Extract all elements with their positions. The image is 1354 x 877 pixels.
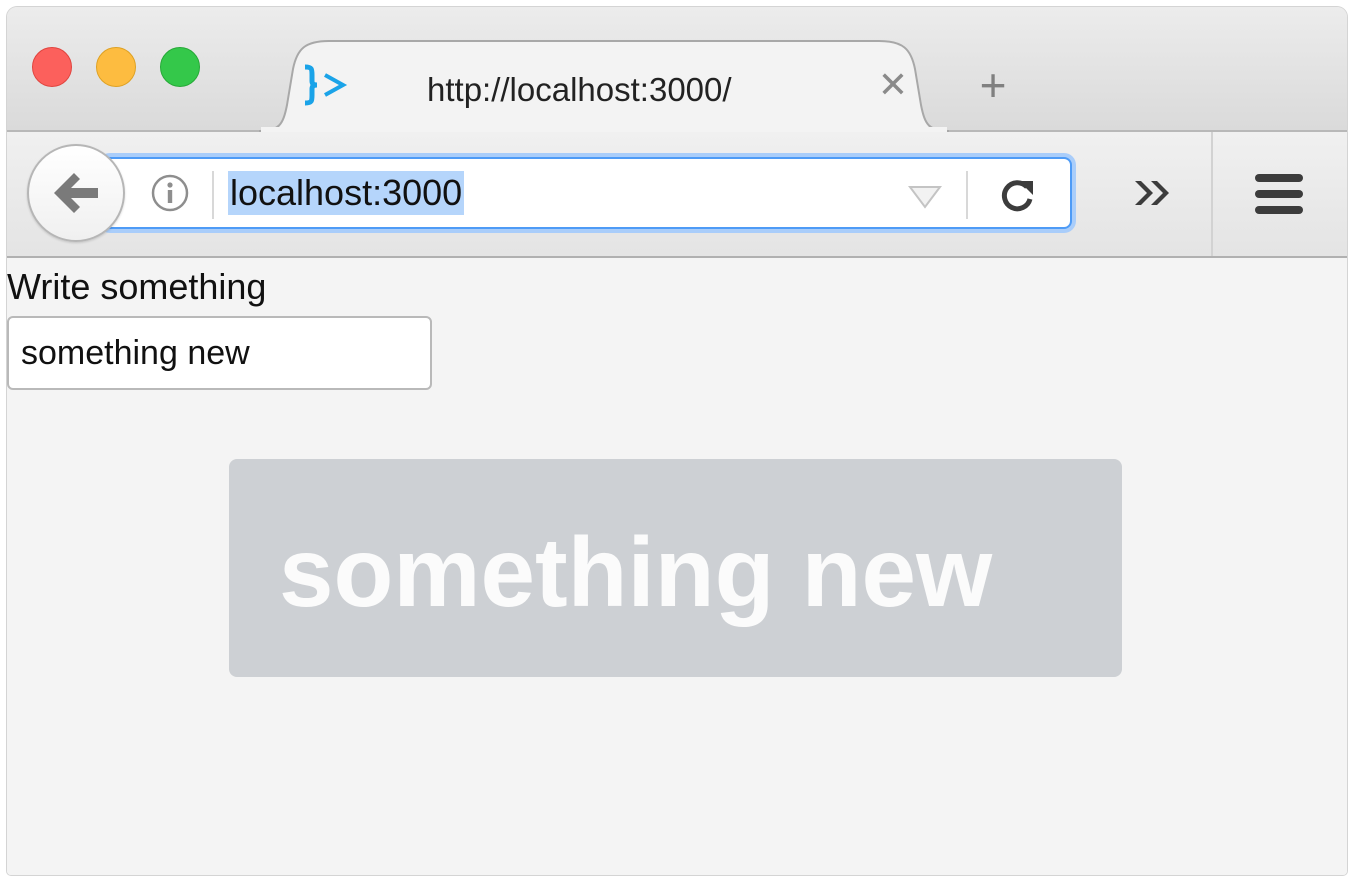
- echo-box: something new: [229, 459, 1122, 677]
- window-minimize-button[interactable]: [96, 47, 136, 87]
- tab-strip: http://localhost:3000/ ✕ +: [7, 7, 1347, 132]
- tab-active[interactable]: http://localhost:3000/ ✕: [259, 39, 949, 132]
- echo-text: something new: [279, 517, 993, 627]
- hamburger-icon[interactable]: [1253, 172, 1305, 216]
- triangle-down-icon[interactable]: [908, 185, 942, 209]
- url-divider: [212, 171, 214, 219]
- back-button[interactable]: [27, 144, 125, 242]
- toolbar-divider: [1211, 132, 1213, 256]
- url-bar[interactable]: localhost:3000: [102, 157, 1072, 229]
- text-input[interactable]: [7, 316, 432, 390]
- nav-toolbar: localhost:3000: [7, 132, 1347, 258]
- field-label: Write something: [7, 266, 267, 307]
- bracket-arrow-icon: [304, 64, 348, 106]
- arrow-left-icon: [54, 173, 98, 213]
- reload-icon[interactable]: [997, 175, 1037, 215]
- url-input[interactable]: localhost:3000: [228, 171, 465, 215]
- new-tab-button[interactable]: +: [973, 62, 1013, 108]
- info-icon[interactable]: [150, 173, 190, 213]
- page-content: Write something something new: [7, 258, 1347, 875]
- window-close-button[interactable]: [32, 47, 72, 87]
- browser-window: http://localhost:3000/ ✕ + localhost:300…: [7, 7, 1347, 875]
- double-chevron-right-icon[interactable]: [1131, 175, 1175, 211]
- tab-close-icon[interactable]: ✕: [875, 67, 911, 103]
- url-divider-2: [966, 171, 968, 219]
- tab-title: http://localhost:3000/: [427, 71, 732, 108]
- window-maximize-button[interactable]: [160, 47, 200, 87]
